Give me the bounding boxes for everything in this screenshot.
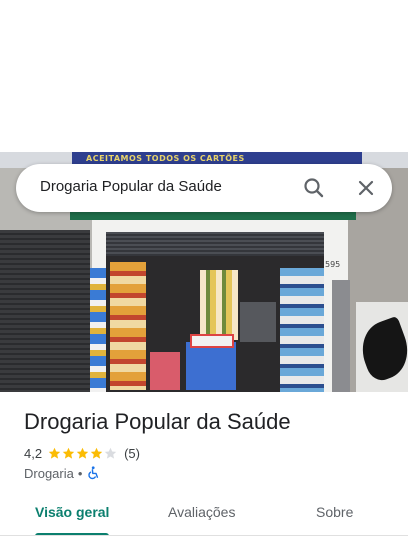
- star-empty-icon: [104, 447, 117, 459]
- rolled-shutter: [106, 232, 324, 256]
- search-input[interactable]: Drogaria Popular da Saúde: [40, 178, 222, 195]
- store-banner-text: ACEITAMOS TODOS OS CARTÕES: [86, 154, 245, 163]
- shelf: [150, 352, 180, 390]
- search-icon[interactable]: [300, 174, 328, 202]
- shelf: [110, 262, 146, 390]
- category-label: Drogaria: [24, 465, 74, 481]
- star-filled-icon: [48, 447, 61, 459]
- rating-value: 4,2: [24, 445, 43, 461]
- map-blank-area: [0, 0, 408, 152]
- counter-sign: [190, 334, 234, 348]
- star-filled-icon: [62, 447, 75, 459]
- separator-dot: •: [77, 465, 83, 481]
- rating-stars: [48, 447, 118, 460]
- review-count[interactable]: (5): [124, 446, 140, 461]
- rating-row[interactable]: 4,2 (5): [24, 445, 140, 461]
- tab-overview[interactable]: Visão geral: [35, 504, 109, 520]
- shelf: [200, 270, 238, 340]
- counter: [186, 342, 236, 390]
- place-title: Drogaria Popular da Saúde: [24, 409, 291, 434]
- search-bar[interactable]: Drogaria Popular da Saúde: [16, 164, 392, 212]
- left-shutter: [0, 230, 90, 392]
- place-tabs: Visão geral Avaliações Sobre: [0, 496, 408, 536]
- close-icon[interactable]: [352, 174, 380, 202]
- star-filled-icon: [90, 447, 103, 459]
- shelf: [280, 268, 324, 392]
- utility-post: [332, 280, 350, 392]
- product-display: [90, 268, 106, 392]
- star-filled-icon: [76, 447, 89, 459]
- shelf: [240, 302, 276, 342]
- street-number: 595: [325, 260, 341, 269]
- category-row: Drogaria •: [24, 465, 100, 481]
- tab-about[interactable]: Sobre: [316, 504, 353, 520]
- tab-reviews[interactable]: Avaliações: [168, 504, 235, 520]
- wheelchair-icon: [86, 466, 100, 480]
- tabs-divider: [0, 535, 408, 536]
